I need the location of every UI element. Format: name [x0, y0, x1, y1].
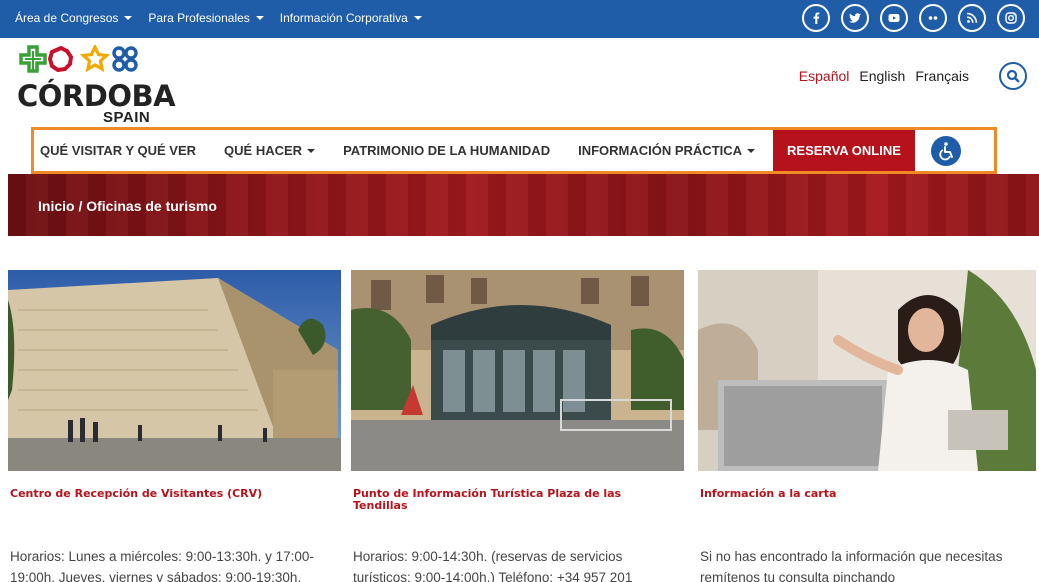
card-image-operator[interactable]	[698, 270, 1036, 471]
card-text: Si no has encontrado la información que …	[700, 549, 1003, 582]
language-switcher: Español English Français	[799, 68, 969, 84]
facebook-icon[interactable]	[802, 4, 830, 32]
hero-banner: Inicio / Oficinas de turismo	[8, 174, 1039, 236]
nav-label: QUÉ VISITAR Y QUÉ VER	[40, 143, 197, 158]
kiosk-photo	[351, 270, 684, 471]
chevron-down-icon	[307, 148, 316, 153]
topnav-label: Para Profesionales	[148, 11, 250, 25]
topnav-label: Área de Congresos	[15, 11, 119, 25]
top-nav: Área de Congresos Para Profesionales Inf…	[15, 11, 422, 25]
logo-wordmark: CÓRDOBA	[17, 79, 176, 113]
breadcrumb-current: Oficinas de turismo	[86, 198, 217, 214]
topnav-corporativa[interactable]: Información Corporativa	[280, 11, 422, 25]
card-title[interactable]: Centro de Recepción de Visitantes (CRV)	[10, 488, 333, 500]
card-info-carta[interactable]: Información a la carta Si no has encontr…	[698, 270, 1036, 582]
search-button[interactable]	[999, 62, 1027, 90]
card-title[interactable]: Punto de Información Turística Plaza de …	[353, 488, 676, 512]
card-image-building[interactable]	[8, 270, 341, 471]
lang-fr[interactable]: Français	[915, 68, 969, 84]
top-bar: Área de Congresos Para Profesionales Inf…	[0, 0, 1039, 38]
topnav-profesionales[interactable]: Para Profesionales	[148, 11, 264, 25]
nav-label: PATRIMONIO DE LA HUMANIDAD	[343, 143, 551, 158]
twitter-icon[interactable]	[841, 4, 869, 32]
chevron-down-icon	[747, 148, 756, 153]
flickr-icon[interactable]	[919, 4, 947, 32]
breadcrumb-separator: /	[74, 198, 87, 214]
search-icon	[1006, 69, 1020, 83]
rss-icon[interactable]	[958, 4, 986, 32]
chevron-down-icon	[413, 16, 422, 20]
nav-que-hacer[interactable]: QUÉ HACER	[210, 130, 329, 171]
topnav-congresos[interactable]: Área de Congresos	[15, 11, 133, 25]
chevron-down-icon	[255, 16, 264, 20]
main-nav: QUÉ VISITAR Y QUÉ VER QUÉ HACER PATRIMON…	[31, 127, 997, 174]
accessibility-button[interactable]	[930, 135, 961, 166]
card-title[interactable]: Información a la carta	[700, 488, 1028, 500]
logo-subtitle: SPAIN	[103, 109, 151, 126]
topnav-label: Información Corporativa	[279, 11, 408, 25]
reserva-online-button[interactable]: RESERVA ONLINE	[773, 130, 915, 171]
social-links	[802, 4, 1025, 32]
site-logo[interactable]: CÓRDOBA SPAIN	[17, 45, 176, 127]
chevron-down-icon	[124, 16, 133, 20]
instagram-icon[interactable]	[997, 4, 1025, 32]
breadcrumb: Inicio / Oficinas de turismo	[38, 198, 217, 214]
youtube-icon[interactable]	[880, 4, 908, 32]
nav-label: INFORMACIÓN PRÁCTICA	[578, 143, 743, 158]
lang-en[interactable]: English	[859, 68, 905, 84]
card-text: Horarios: Lunes a miércoles: 9:00-13:30h…	[10, 549, 314, 582]
logo-emblem-graphic	[19, 45, 138, 73]
wheelchair-icon	[939, 141, 953, 160]
logo-emblems	[17, 45, 167, 79]
nav-que-visitar[interactable]: QUÉ VISITAR Y QUÉ VER	[34, 130, 210, 171]
nav-label: QUÉ HACER	[224, 143, 303, 158]
breadcrumb-home[interactable]: Inicio	[38, 198, 75, 214]
lang-es[interactable]: Español	[799, 68, 850, 84]
card-image-kiosk[interactable]	[351, 270, 684, 471]
nav-patrimonio[interactable]: PATRIMONIO DE LA HUMANIDAD	[329, 130, 564, 171]
card-crv[interactable]: Centro de Recepción de Visitantes (CRV) …	[8, 270, 341, 582]
operator-photo	[698, 270, 1036, 471]
nav-informacion-practica[interactable]: INFORMACIÓN PRÁCTICA	[564, 130, 769, 171]
card-tendillas[interactable]: Punto de Información Turística Plaza de …	[351, 270, 684, 582]
card-text: Horarios: 9:00-14:30h. (reservas de serv…	[353, 549, 633, 582]
building-photo	[8, 270, 341, 471]
